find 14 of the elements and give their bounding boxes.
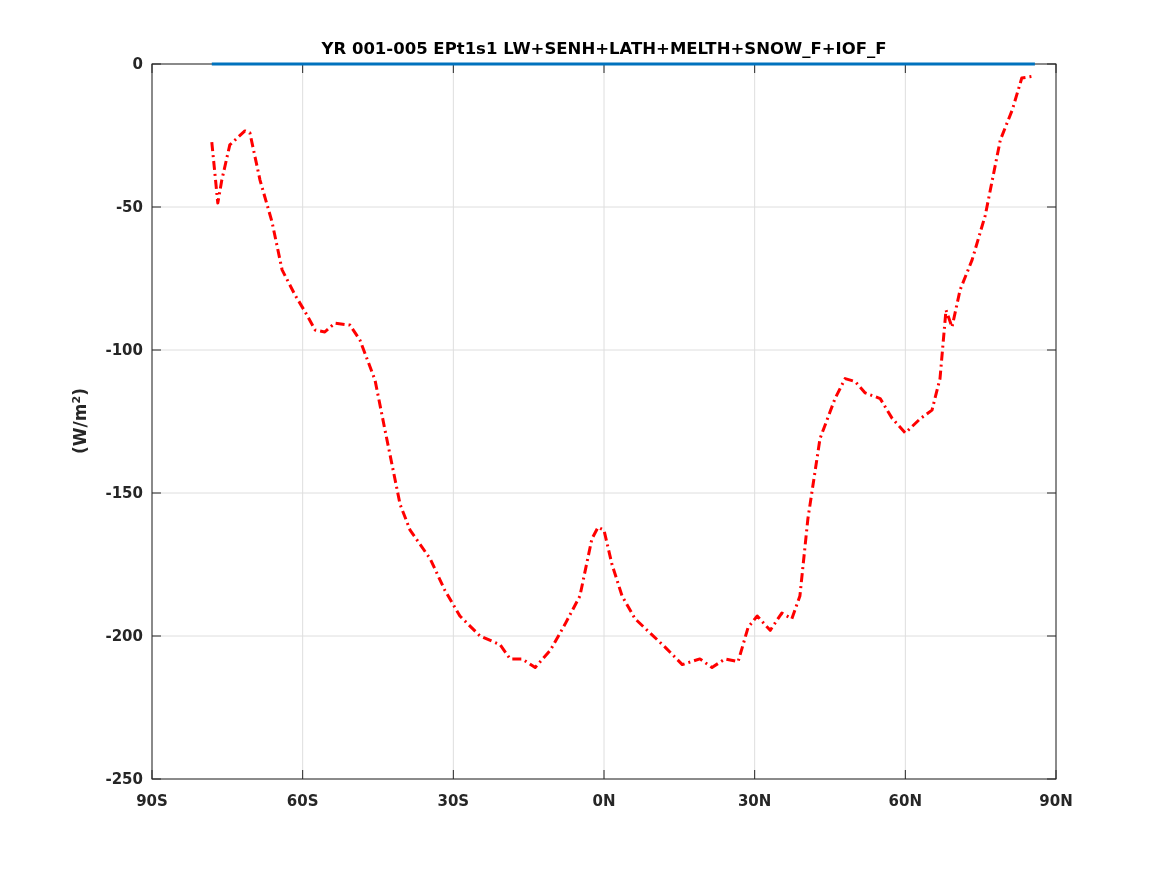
x-tick-label: 30S — [437, 792, 470, 810]
y-tick-label: -100 — [105, 341, 143, 359]
y-tick-label: -200 — [105, 627, 143, 645]
y-tick-label: -250 — [105, 770, 143, 788]
x-tick-label: 30N — [737, 792, 772, 810]
y-tick-label: -50 — [115, 198, 143, 216]
x-tick-label: 60N — [888, 792, 923, 810]
chart-title: YR 001-005 EPt1s1 LW+SENH+LATH+MELTH+SNOW_F+IOF_F — [321, 39, 887, 58]
x-tick-label: 0N — [592, 792, 616, 810]
x-tick-label: 90N — [1039, 792, 1073, 810]
x-tick-label: 90S — [136, 792, 168, 810]
y-tick-label: -150 — [105, 484, 143, 502]
y-tick-label: 0 — [132, 55, 143, 73]
x-tick-label: 60S — [286, 792, 319, 810]
